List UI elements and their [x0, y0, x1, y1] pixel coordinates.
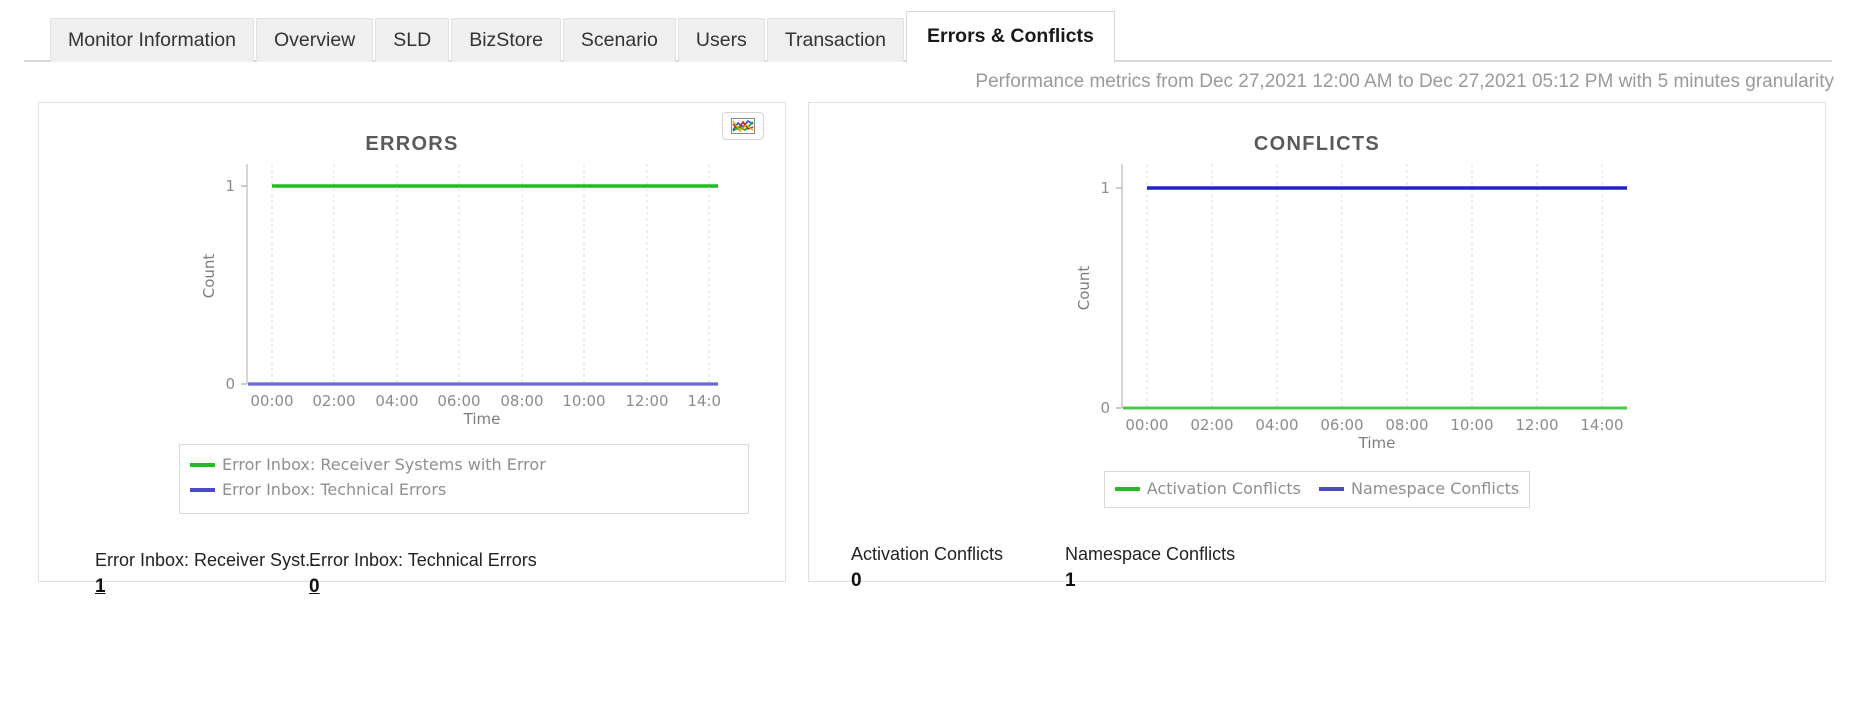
tab-errors-and-conflicts[interactable]: Errors & Conflicts — [905, 11, 1115, 63]
conflicts-panel: CONFLICTS 1 0 Count 00:00 02:00 04:00 06… — [808, 102, 1826, 591]
legend-swatch-green — [1114, 487, 1140, 492]
conflicts-legend: Activation Conflicts Namespace Conflicts — [1103, 471, 1531, 508]
stat-value[interactable]: 1 — [95, 576, 309, 598]
legend-item-technical-errors[interactable]: Error Inbox: Technical Errors — [190, 478, 738, 503]
y-tick-1: 1 — [1100, 179, 1110, 197]
performance-metrics-range-text: Performance metrics from Dec 27,2021 12:… — [975, 71, 1834, 92]
x-tick-2: 04:00 — [1255, 416, 1298, 434]
stat-label: Namespace Conflicts — [1065, 543, 1236, 564]
x-tick-6: 12:00 — [1515, 416, 1558, 434]
legend-item-namespace-conflicts[interactable]: Namespace Conflicts — [1318, 477, 1520, 502]
panels-container: ERRORS 1 0 Count 00:00 02:00 04:00 06:00… — [0, 102, 1856, 597]
x-axis-title: Time — [463, 410, 501, 426]
x-tick-4: 08:00 — [1385, 416, 1428, 434]
stat-technical-errors: Error Inbox: Technical Errors 0 — [309, 549, 537, 598]
tab-bar: Monitor Information Overview SLD BizStor… — [0, 0, 1856, 63]
x-tick-7: 14:00 — [1580, 416, 1623, 434]
stat-value[interactable]: 0 — [309, 576, 523, 598]
tab-bizstore[interactable]: BizStore — [451, 18, 561, 62]
stat-label: Activation Conflicts — [851, 543, 1004, 564]
tab-overview[interactable]: Overview — [256, 18, 374, 62]
stat-receiver-systems-with-error: Error Inbox: Receiver Syst... 1 — [95, 549, 321, 598]
x-tick-2: 04:00 — [375, 392, 418, 410]
tab-monitor-information[interactable]: Monitor Information — [50, 18, 254, 62]
x-tick-6: 12:00 — [625, 392, 668, 410]
grid-lines — [271, 164, 710, 384]
subtitle-row: Performance metrics from Dec 27,2021 12:… — [0, 62, 1856, 102]
x-tick-7: 14:00 — [687, 392, 722, 410]
stat-value: 0 — [851, 569, 862, 591]
x-tick-0: 00:00 — [250, 392, 293, 410]
tab-sld[interactable]: SLD — [375, 18, 450, 62]
x-tick-1: 02:00 — [1190, 416, 1233, 434]
conflicts-chart: 1 0 Count 00:00 02:00 04:00 06:00 08:00 … — [809, 156, 1825, 451]
x-tick-5: 10:00 — [562, 392, 605, 410]
errors-chart-svg: 1 0 Count 00:00 02:00 04:00 06:00 08:00 … — [200, 164, 722, 426]
x-tick-1: 02:00 — [312, 392, 355, 410]
y-tick-0: 0 — [1100, 399, 1110, 417]
errors-chart: 1 0 Count 00:00 02:00 04:00 06:00 08:00 … — [39, 156, 785, 426]
legend-label: Activation Conflicts — [1146, 479, 1301, 498]
conflicts-chart-svg: 1 0 Count 00:00 02:00 04:00 06:00 08:00 … — [1075, 164, 1627, 451]
legend-item-activation-conflicts[interactable]: Activation Conflicts — [1114, 477, 1301, 502]
stat-label: Error Inbox: Receiver Syst... — [95, 549, 321, 570]
x-tick-4: 08:00 — [500, 392, 543, 410]
y-axis-title: Count — [1075, 266, 1093, 311]
legend-swatch-blue — [190, 488, 215, 493]
line-chart-icon-button[interactable] — [722, 112, 764, 140]
legend-label: Namespace Conflicts — [1350, 479, 1520, 498]
y-tick-0: 0 — [225, 375, 235, 393]
x-axis-title: Time — [1358, 434, 1396, 451]
errors-panel-title: ERRORS — [365, 133, 459, 155]
stat-value: 1 — [1065, 569, 1076, 591]
legend-swatch-blue — [1318, 487, 1344, 492]
stat-label: Error Inbox: Technical Errors — [309, 549, 537, 570]
x-tick-3: 06:00 — [437, 392, 480, 410]
tab-users[interactable]: Users — [677, 18, 765, 62]
y-tick-1: 1 — [225, 177, 235, 195]
errors-legend: Error Inbox: Receiver Systems with Error… — [179, 444, 749, 514]
grid-lines — [1146, 164, 1603, 408]
stat-activation-conflicts: Activation Conflicts 0 — [851, 544, 1065, 592]
x-tick-3: 06:00 — [1320, 416, 1363, 434]
conflicts-stats: Activation Conflicts 0 Namespace Conflic… — [809, 544, 1825, 592]
y-axis-title: Count — [200, 254, 218, 299]
stat-namespace-conflicts: Namespace Conflicts 1 — [1065, 544, 1279, 592]
errors-panel: ERRORS 1 0 Count 00:00 02:00 04:00 06:00… — [38, 102, 786, 597]
conflicts-panel-title: CONFLICTS — [1253, 133, 1381, 155]
line-chart-icon — [731, 118, 755, 134]
legend-label: Error Inbox: Receiver Systems with Error — [222, 455, 546, 474]
tab-scenario[interactable]: Scenario — [562, 18, 676, 62]
legend-swatch-green — [190, 463, 215, 468]
errors-stats: Error Inbox: Receiver Syst... 1 Error In… — [39, 550, 785, 598]
x-tick-5: 10:00 — [1450, 416, 1493, 434]
x-tick-0: 00:00 — [1125, 416, 1168, 434]
legend-item-receiver-systems-with-error[interactable]: Error Inbox: Receiver Systems with Error — [190, 453, 738, 478]
conflicts-legend-wrapper: Activation Conflicts Namespace Conflicts — [809, 451, 1825, 508]
tab-transaction[interactable]: Transaction — [766, 18, 904, 62]
legend-label: Error Inbox: Technical Errors — [222, 479, 447, 499]
